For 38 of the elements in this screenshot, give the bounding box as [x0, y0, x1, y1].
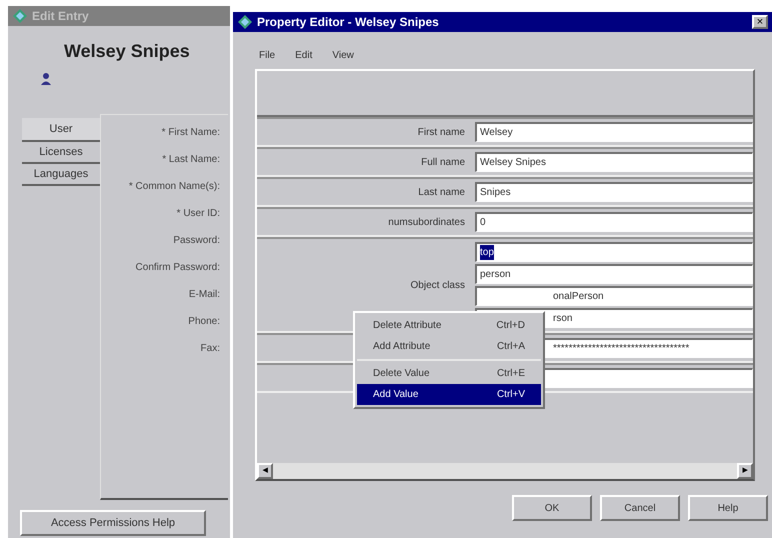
field-label: Password: — [173, 234, 220, 248]
tab[interactable]: User — [22, 118, 100, 142]
field-label: Fax: — [200, 342, 220, 356]
dialog-button[interactable]: Help — [688, 495, 768, 521]
access-permissions-help-button[interactable]: Access Permissions Help — [20, 510, 206, 536]
value-field[interactable]: Snipes — [475, 182, 753, 202]
value-field[interactable]: top — [475, 242, 753, 262]
window-title: Property Editor - Welsey Snipes — [257, 14, 439, 31]
value-field[interactable]: Welsey Snipes — [475, 152, 753, 172]
dialog-button[interactable]: OK — [512, 495, 592, 521]
field-label: * Common Name(s): — [128, 180, 220, 194]
field-label: * User ID: — [176, 207, 220, 221]
attribute-label: Last name — [418, 186, 465, 200]
window-title: Edit Entry — [32, 8, 89, 25]
field-label: Confirm Password: — [136, 261, 220, 275]
context-menu-item[interactable]: Delete Value Ctrl+E — [357, 363, 541, 384]
value-field[interactable]: 0 — [475, 212, 753, 232]
value-field[interactable]: Welsey — [475, 122, 753, 142]
value-field[interactable]: onalPerson — [475, 286, 753, 306]
context-menu-item[interactable]: Add Value Ctrl+V — [357, 384, 541, 405]
menu-item[interactable]: File — [259, 48, 276, 63]
entry-name: Welsey Snipes — [64, 40, 190, 63]
field-label: * Last Name: — [162, 153, 220, 167]
attribute-label: Full name — [421, 156, 465, 170]
person-icon — [40, 72, 52, 86]
field-label: E-Mail: — [188, 288, 220, 302]
field-label: * First Name: — [162, 126, 220, 140]
field-label: Phone: — [188, 315, 220, 329]
app-icon — [237, 14, 253, 30]
attribute-label: numsubordinates — [388, 216, 465, 230]
dialog-button[interactable]: Cancel — [600, 495, 680, 521]
attribute-label: First name — [418, 126, 465, 140]
app-icon — [12, 8, 28, 24]
value-field[interactable]: person — [475, 264, 753, 284]
menu-item[interactable]: Edit — [295, 48, 312, 63]
menu-item[interactable]: View — [332, 48, 354, 63]
close-button[interactable]: × — [752, 15, 768, 29]
attribute-label: Object class — [410, 278, 465, 292]
